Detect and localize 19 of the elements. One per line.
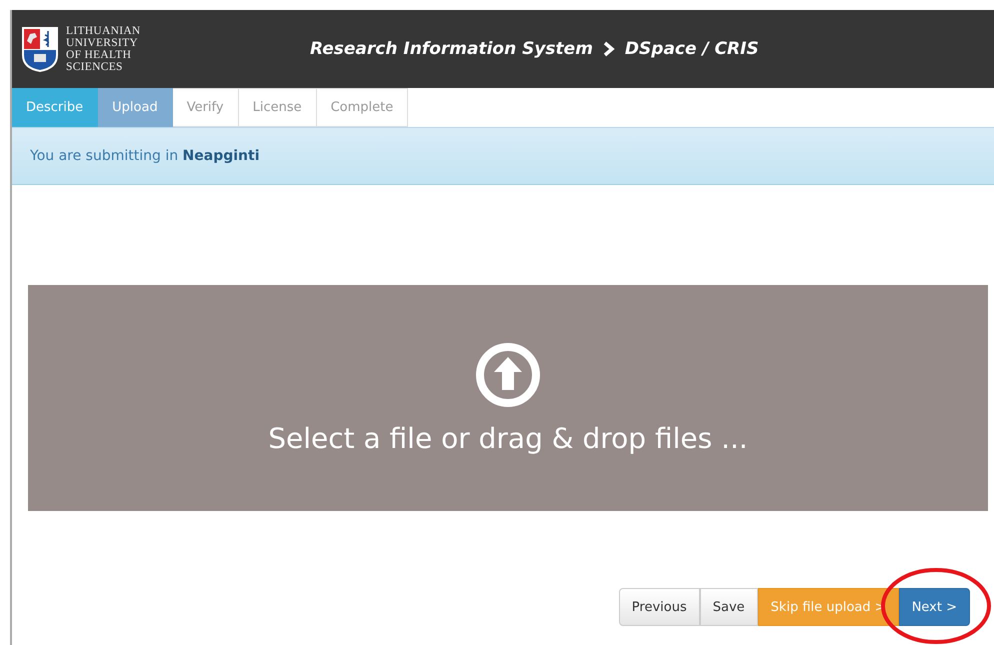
site-title: Research Information System [310, 39, 593, 59]
drop-zone-text: Select a file or drag & drop files ... [268, 422, 748, 454]
nav-button[interactable]: Previous [618, 588, 700, 626]
university-crest-icon [20, 25, 60, 73]
step-tab[interactable]: Describe [12, 88, 98, 127]
chevron-right-icon [602, 41, 615, 57]
step-tab[interactable]: License [238, 88, 317, 127]
university-name-line: OF HEALTH [66, 49, 132, 61]
notice-text: You are submitting in Neapginti [30, 148, 260, 164]
file-drop-zone[interactable]: Select a file or drag & drop files ... [28, 285, 988, 511]
nav-button[interactable]: Save [700, 588, 758, 626]
university-name-line: UNIVERSITY [66, 37, 139, 49]
step-tab[interactable]: Upload [98, 88, 173, 127]
step-tab[interactable]: Verify [172, 88, 239, 127]
step-tab[interactable]: Complete [316, 88, 408, 127]
university-name-line: SCIENCES [66, 61, 124, 73]
university-name-line: LITHUANIAN [66, 25, 141, 37]
nav-button[interactable]: Next > [898, 588, 970, 626]
site-subtitle: DSpace / CRIS [624, 39, 759, 59]
